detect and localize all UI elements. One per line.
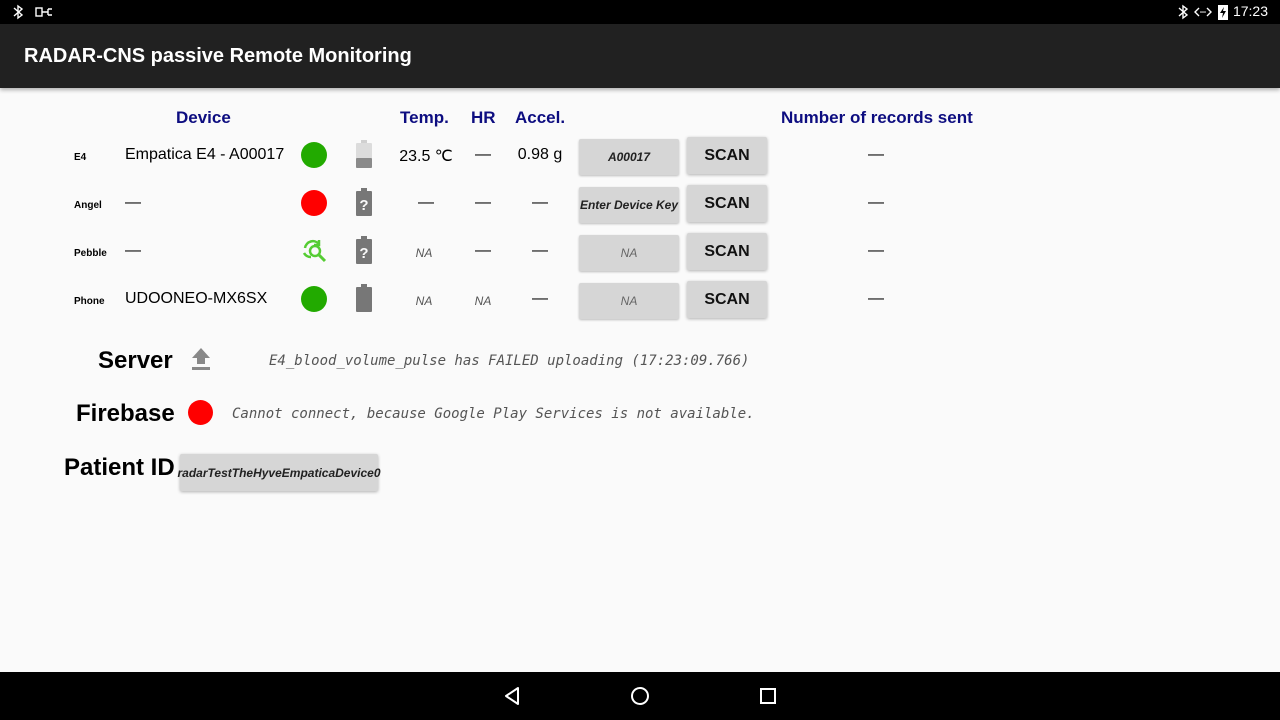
records-value: — <box>868 194 884 211</box>
device-name: Empatica E4 - A00017 <box>125 146 285 163</box>
temp-value: NA <box>415 246 433 260</box>
usb-debug-icon <box>35 7 52 17</box>
battery-low-icon <box>356 140 372 168</box>
header-temp: Temp. <box>400 108 449 127</box>
upload-icon <box>192 348 210 370</box>
device-key-button[interactable]: A00017 <box>579 139 679 175</box>
server-label: Server <box>98 347 173 374</box>
status-dot-icon <box>301 142 327 168</box>
main-content: Device Temp. HR Accel. Number of records… <box>0 88 1280 672</box>
recents-icon[interactable] <box>756 684 780 708</box>
device-name: — <box>125 242 141 259</box>
accel-value: 0.98 g <box>517 146 563 163</box>
status-bar: 17:23 <box>0 0 1280 24</box>
clock: 17:23 <box>1232 3 1268 19</box>
firebase-label: Firebase <box>76 400 175 427</box>
svg-text:?: ? <box>359 197 368 214</box>
bluetooth-icon <box>13 4 24 20</box>
battery-unknown-icon: ? <box>356 236 372 264</box>
records-value: — <box>868 290 884 307</box>
patient-id-label: Patient ID <box>64 454 175 481</box>
records-value: — <box>868 146 884 163</box>
scan-button[interactable]: SCAN <box>687 137 767 174</box>
hr-value: NA <box>474 294 492 308</box>
header-device: Device <box>176 108 231 127</box>
accel-value: — <box>532 242 548 259</box>
row-label: E4 <box>74 152 87 163</box>
app-bar: RADAR-CNS passive Remote Monitoring <box>0 24 1280 88</box>
navigation-bar <box>0 672 1280 720</box>
home-icon[interactable] <box>628 684 652 708</box>
header-accel: Accel. <box>515 108 566 127</box>
battery-unknown-icon: ? <box>356 188 372 216</box>
firebase-status-dot-icon <box>188 400 213 425</box>
data-sync-icon <box>1194 7 1212 17</box>
temp-value: — <box>418 194 434 211</box>
battery-charging-icon <box>1218 5 1228 20</box>
device-key-button[interactable]: NA <box>579 235 679 271</box>
hr-value: — <box>475 242 491 259</box>
server-status-message: E4_blood_volume_pulse has FAILED uploadi… <box>269 353 750 369</box>
bluetooth-status-icon <box>1178 4 1189 20</box>
temp-value: 23.5 ℃ <box>399 148 453 165</box>
accel-value: — <box>532 290 548 307</box>
app-title: RADAR-CNS passive Remote Monitoring <box>24 45 412 67</box>
status-dot-icon <box>301 190 327 216</box>
scan-button[interactable]: SCAN <box>687 185 767 222</box>
device-name: UDOONEO-MX6SX <box>125 290 268 307</box>
row-label: Angel <box>74 200 102 211</box>
scan-button[interactable]: SCAN <box>687 233 767 270</box>
row-label: Pebble <box>74 248 107 259</box>
back-icon[interactable] <box>500 684 524 708</box>
hr-value: — <box>475 194 491 211</box>
device-key-button[interactable]: Enter Device Key <box>579 187 679 223</box>
scan-button[interactable]: SCAN <box>687 281 767 318</box>
hr-value: — <box>475 146 491 163</box>
status-dot-icon <box>301 286 327 312</box>
battery-full-icon <box>356 284 372 312</box>
svg-text:?: ? <box>359 245 368 262</box>
header-hr: HR <box>471 108 496 127</box>
firebase-status-message: Cannot connect, because Google Play Serv… <box>232 406 755 422</box>
temp-value: NA <box>415 294 433 308</box>
header-records-sent: Number of records sent <box>781 108 973 127</box>
device-key-button[interactable]: NA <box>579 283 679 319</box>
accel-value: — <box>532 194 548 211</box>
row-label: Phone <box>74 296 105 307</box>
records-value: — <box>868 242 884 259</box>
patient-id-button[interactable]: radarTestTheHyveEmpaticaDevice0 <box>178 454 381 491</box>
device-name: — <box>125 194 141 211</box>
searching-icon <box>302 239 327 263</box>
